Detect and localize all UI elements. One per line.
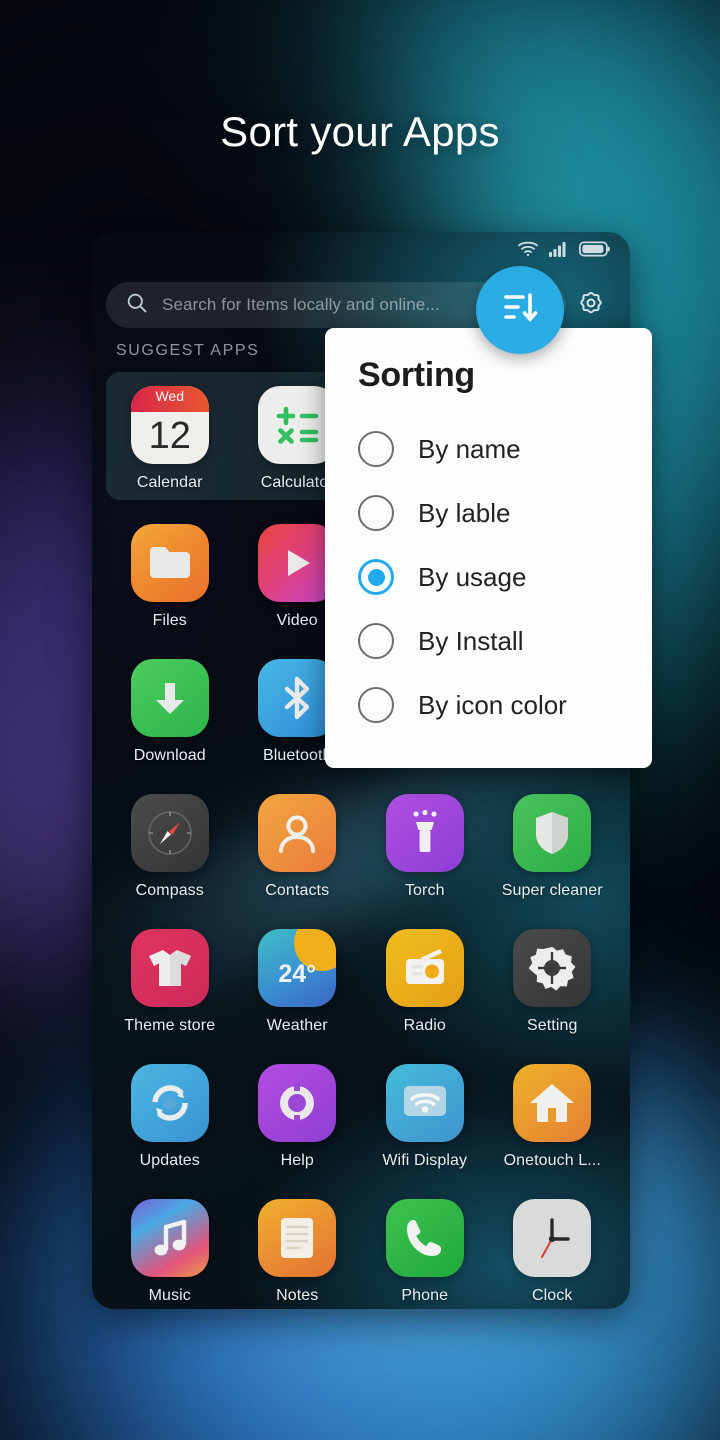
lifebuoy-icon	[258, 1064, 337, 1142]
search-placeholder: Search for Items locally and online...	[162, 295, 440, 314]
radio-button[interactable]	[358, 687, 394, 723]
app-label: Phone	[401, 1287, 449, 1304]
app-label: Bluetooth	[262, 747, 332, 764]
app-item-wifi-display[interactable]: Wifi Display	[361, 1064, 489, 1170]
app-label: Weather	[266, 1017, 328, 1034]
notes-icon	[258, 1199, 337, 1277]
option-label: By usage	[418, 561, 527, 592]
app-item-setting[interactable]: Setting	[489, 929, 617, 1035]
app-grid-row: Compass Contacts Torch Super cleaner	[106, 794, 616, 900]
wifi-display-icon	[385, 1064, 464, 1142]
status-bar	[517, 240, 610, 257]
app-label: Help	[280, 1152, 314, 1169]
app-item-updates[interactable]: Updates	[106, 1064, 234, 1170]
app-item-calendar[interactable]: Wed 12 Calendar	[106, 386, 234, 492]
app-grid-row: Theme store 24° Weather Radio Setting	[106, 929, 616, 1035]
sort-option-by-usage[interactable]: By usage	[325, 545, 652, 609]
sort-icon	[498, 286, 542, 335]
app-item-torch[interactable]: Torch	[361, 794, 489, 900]
app-item-compass[interactable]: Compass	[106, 794, 234, 900]
app-grid-row: Music Notes Phone Clock	[106, 1199, 616, 1305]
shield-icon	[513, 794, 592, 872]
music-note-icon	[130, 1199, 209, 1277]
app-label: Files	[152, 612, 187, 629]
calendar-date: 12	[148, 415, 191, 457]
radio-icon	[385, 929, 464, 1007]
sort-option-by-install[interactable]: By Install	[325, 609, 652, 673]
app-label: Calculator	[260, 474, 334, 491]
option-label: By name	[418, 433, 521, 464]
sorting-dialog: Sorting By name By lable By usage By Ins…	[325, 328, 652, 768]
cellular-signal-icon	[549, 240, 569, 257]
gear-icon	[577, 289, 605, 322]
radio-button[interactable]	[358, 431, 394, 467]
app-item-phone[interactable]: Phone	[361, 1199, 489, 1305]
battery-icon	[579, 241, 610, 257]
option-label: By icon color	[418, 689, 567, 720]
sort-option-by-lable[interactable]: By lable	[325, 481, 652, 545]
app-label: Calendar	[136, 474, 203, 491]
clock-icon	[513, 1199, 592, 1277]
app-grid-row: Updates Help Wifi Display Onetouch L...	[106, 1064, 616, 1170]
app-item-onetouch-launcher[interactable]: Onetouch L...	[489, 1064, 617, 1170]
sort-option-by-icon-color[interactable]: By icon color	[325, 673, 652, 737]
settings-button[interactable]	[566, 289, 616, 322]
app-label: Super cleaner	[501, 882, 603, 899]
flashlight-icon	[385, 794, 464, 872]
refresh-icon	[130, 1064, 209, 1142]
app-item-contacts[interactable]: Contacts	[234, 794, 362, 900]
suggest-apps-label: SUGGEST APPS	[116, 342, 260, 359]
calendar-day: Wed	[155, 388, 185, 404]
home-icon	[513, 1064, 592, 1142]
sorting-options-group: By name By lable By usage By Install By …	[325, 417, 652, 737]
radio-button-selected[interactable]	[358, 559, 394, 595]
search-icon	[126, 292, 148, 319]
dialog-title: Sorting	[358, 356, 475, 394]
app-label: Video	[276, 612, 318, 629]
app-label: Music	[148, 1287, 191, 1304]
download-arrow-icon	[130, 659, 209, 737]
app-label: Download	[133, 747, 206, 764]
app-item-radio[interactable]: Radio	[361, 929, 489, 1035]
calendar-icon: Wed 12	[130, 386, 209, 464]
radio-button[interactable]	[358, 623, 394, 659]
app-item-weather[interactable]: 24° Weather	[234, 929, 362, 1035]
folder-icon	[130, 524, 209, 602]
app-item-super-cleaner[interactable]: Super cleaner	[489, 794, 617, 900]
app-label: Theme store	[124, 1017, 216, 1034]
app-item-music[interactable]: Music	[106, 1199, 234, 1305]
sort-option-by-name[interactable]: By name	[325, 417, 652, 481]
app-label: Contacts	[265, 882, 330, 899]
person-icon	[258, 794, 337, 872]
weather-temp: 24°	[278, 960, 317, 988]
compass-icon	[130, 794, 209, 872]
sort-fab-button[interactable]	[476, 266, 564, 354]
app-label: Radio	[403, 1017, 446, 1034]
app-label: Clock	[531, 1287, 573, 1304]
app-label: Onetouch L...	[503, 1152, 601, 1169]
option-label: By Install	[418, 625, 524, 656]
app-label: Setting	[526, 1017, 578, 1034]
app-item-clock[interactable]: Clock	[489, 1199, 617, 1305]
weather-icon: 24°	[258, 929, 337, 1007]
app-item-download[interactable]: Download	[106, 659, 234, 765]
app-label: Compass	[135, 882, 204, 899]
app-label: Updates	[139, 1152, 200, 1169]
phone-handset-icon	[385, 1199, 464, 1277]
page-title: Sort your Apps	[220, 108, 500, 155]
radio-button[interactable]	[358, 495, 394, 531]
wifi-icon	[517, 240, 539, 257]
app-label: Wifi Display	[382, 1152, 468, 1169]
app-item-help[interactable]: Help	[234, 1064, 362, 1170]
app-item-theme-store[interactable]: Theme store	[106, 929, 234, 1035]
tshirt-icon	[130, 929, 209, 1007]
app-item-files[interactable]: Files	[106, 524, 234, 630]
app-label: Torch	[404, 882, 445, 899]
app-item-notes[interactable]: Notes	[234, 1199, 362, 1305]
option-label: By lable	[418, 497, 511, 528]
app-label: Notes	[276, 1287, 319, 1304]
gear-icon	[513, 929, 592, 1007]
